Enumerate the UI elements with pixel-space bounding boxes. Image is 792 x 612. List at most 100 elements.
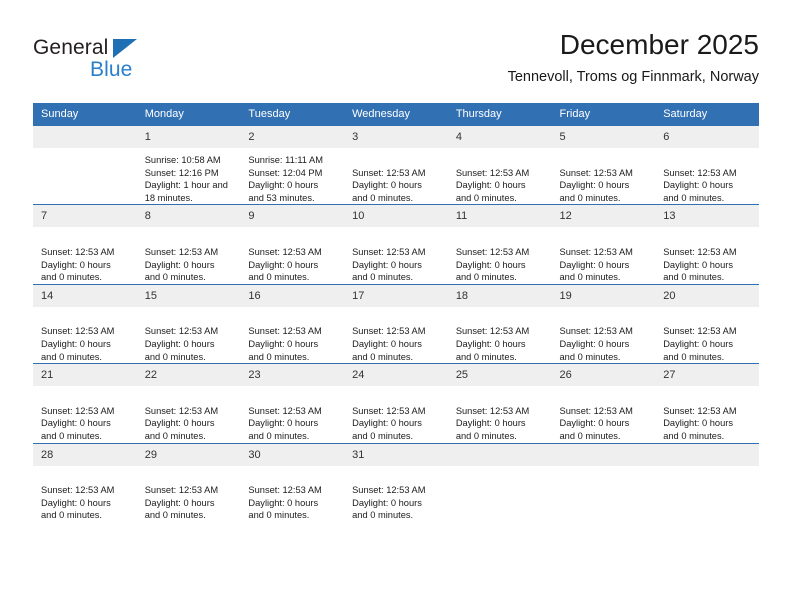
day-events: Sunset: 12:53 AM Daylight: 0 hours and 0 …: [655, 227, 759, 283]
event-line: Daylight: 0 hours and 0 minutes.: [663, 418, 733, 441]
calendar-cell-day-14[interactable]: 14 Sunset: 12:53 AM Daylight: 0 hours and…: [33, 283, 137, 364]
calendar-cell-day-9[interactable]: 9 Sunset: 12:53 AM Daylight: 0 hours and …: [240, 204, 345, 285]
day-number: 20: [655, 284, 759, 307]
event-line: Daylight: 0 hours and 0 minutes.: [455, 338, 526, 362]
day-events: Sunset: 12:53 AM Daylight: 0 hours and 0 …: [552, 227, 656, 283]
event-line: Daylight: 0 hours and 0 minutes.: [248, 418, 319, 441]
calendar-cell-day-20[interactable]: 20 Sunset: 12:53 AM Daylight: 0 hours and…: [655, 283, 759, 364]
day-events: Sunset: 12:53 AM Daylight: 0 hours and 0 …: [240, 227, 344, 283]
day-number: 23: [240, 364, 345, 387]
calendar-cell-day-5[interactable]: 5 Sunset: 12:53 AM Daylight: 0 hours and …: [551, 124, 656, 205]
event-line: Sunset: 12:53 AM: [663, 326, 737, 337]
day-number: 29: [136, 443, 241, 466]
event-line: Sunset: 12:53 AM: [41, 405, 115, 416]
day-events: Sunset: 12:53 AM Daylight: 0 hours and 0 …: [344, 466, 448, 522]
generalblue-logo[interactable]: General Blue: [33, 36, 213, 90]
calendar-cell-day-15[interactable]: 15 Sunset: 12:53 AM Daylight: 0 hours and…: [136, 283, 241, 364]
day-number: [447, 443, 552, 466]
day-number: [655, 443, 759, 466]
day-events: Sunset: 12:53 AM Daylight: 0 hours and 0 …: [33, 386, 137, 442]
calendar-cell-day-4[interactable]: 4 Sunset: 12:53 AM Daylight: 0 hours and …: [447, 124, 552, 205]
day-events: Sunset: 12:53 AM Daylight: 0 hours and 0 …: [33, 227, 137, 283]
calendar-cell-day-7[interactable]: 7 Sunset: 12:53 AM Daylight: 0 hours and …: [33, 204, 137, 285]
event-line: Sunset: 12:53 AM: [144, 246, 219, 257]
day-events: Sunset: 12:53 AM Daylight: 0 hours and 0 …: [448, 307, 552, 363]
day-number: 5: [551, 126, 656, 148]
day-number: 1: [136, 126, 241, 148]
day-number: 30: [240, 443, 345, 466]
calendar-cell-day-18[interactable]: 18 Sunset: 12:53 AM Daylight: 0 hours and…: [447, 283, 552, 364]
day-events: Sunset: 12:53 AM Daylight: 0 hours and 0 …: [448, 148, 552, 204]
event-line: Daylight: 0 hours and 0 minutes.: [352, 259, 422, 283]
event-line: Sunset: 12:53 AM: [455, 405, 530, 416]
event-line: Sunset: 12:53 AM: [455, 326, 530, 337]
calendar-cell-day-30[interactable]: 30 Sunset: 12:53 AM Daylight: 0 hours and…: [240, 442, 345, 522]
calendar-cell-day-26[interactable]: 26 Sunset: 12:53 AM Daylight: 0 hours and…: [551, 363, 656, 443]
weekday-header-sunday: Sunday: [33, 103, 137, 126]
calendar-cell-day-13[interactable]: 13 Sunset: 12:53 AM Daylight: 0 hours and…: [655, 204, 759, 285]
event-line: Sunset: 12:53 AM: [248, 326, 322, 337]
day-events: Sunset: 12:53 AM Daylight: 0 hours and 0 …: [552, 148, 656, 204]
event-line: Daylight: 0 hours and 0 minutes.: [248, 338, 319, 362]
event-line: Daylight: 0 hours and 0 minutes.: [248, 259, 319, 283]
day-number: 7: [33, 205, 137, 228]
event-line: Daylight: 1 hour and 18 minutes.: [144, 180, 228, 203]
day-number: 4: [447, 126, 552, 148]
day-events: Sunrise: 10:58 AM Sunset: 12:16 PM Dayligh…: [137, 148, 241, 204]
day-number: 31: [344, 443, 448, 466]
event-line: Sunset: 12:53 AM: [559, 246, 633, 257]
calendar-cell-day-16[interactable]: 16 Sunset: 12:53 AM Daylight: 0 hours and…: [240, 283, 345, 364]
day-events: Sunset: 12:53 AM Daylight: 0 hours and 0 …: [655, 386, 759, 442]
event-line: Daylight: 0 hours and 0 minutes.: [559, 180, 630, 203]
calendar-cell-day-17[interactable]: 17 Sunset: 12:53 AM Daylight: 0 hours and…: [344, 283, 448, 364]
calendar-cell-day-22[interactable]: 22 Sunset: 12:53 AM Daylight: 0 hours and…: [136, 363, 241, 443]
calendar-cell-day-28[interactable]: 28 Sunset: 12:53 AM Daylight: 0 hours and…: [33, 442, 137, 522]
calendar-cell-day-31[interactable]: 31 Sunset: 12:53 AM Daylight: 0 hours and…: [344, 442, 448, 522]
calendar-cell-day-12[interactable]: 12 Sunset: 12:53 AM Daylight: 0 hours and…: [551, 204, 656, 285]
calendar-cell-day-1[interactable]: 1 Sunrise: 10:58 AM Sunset: 12:16 PM Daylig…: [136, 124, 241, 205]
event-line: Sunrise: 11:11 AM: [248, 155, 323, 165]
event-line: Daylight: 0 hours and 0 minutes.: [559, 418, 630, 441]
event-line: Sunset: 12:53 AM: [248, 485, 322, 496]
weekday-header-thursday: Thursday: [447, 103, 552, 126]
event-line: Daylight: 0 hours and 0 minutes.: [663, 338, 733, 362]
event-line: Daylight: 0 hours and 0 minutes.: [144, 418, 215, 441]
day-number: 15: [136, 284, 241, 307]
calendar-cell-day-23[interactable]: 23 Sunset: 12:53 AM Daylight: 0 hours and…: [240, 363, 345, 443]
calendar-cell-day-3[interactable]: 3 Sunset: 12:53 AM Daylight: 0 hours and …: [344, 124, 448, 205]
calendar-cell-day-8[interactable]: 8 Sunset: 12:53 AM Daylight: 0 hours and …: [136, 204, 241, 285]
day-events: Sunset: 12:53 AM Daylight: 0 hours and 0 …: [240, 307, 344, 363]
day-events: Sunset: 12:53 AM Daylight: 0 hours and 0 …: [344, 148, 448, 204]
event-line: Sunset: 12:53 AM: [352, 485, 426, 496]
calendar-cell-day-29[interactable]: 29 Sunset: 12:53 AM Daylight: 0 hours and…: [136, 442, 241, 522]
event-line: Daylight: 0 hours and 0 minutes.: [144, 497, 215, 521]
day-number: 21: [33, 364, 137, 387]
calendar-cell-day-6[interactable]: 6 Sunset: 12:53 AM Daylight: 0 hours and …: [655, 124, 759, 205]
calendar-cell-day-24[interactable]: 24 Sunset: 12:53 AM Daylight: 0 hours and…: [344, 363, 448, 443]
day-number: 2: [240, 126, 345, 148]
day-number: 12: [551, 205, 656, 228]
calendar-cell-day-25[interactable]: 25 Sunset: 12:53 AM Daylight: 0 hours and…: [447, 363, 552, 443]
day-number: 10: [344, 205, 448, 228]
calendar-cell-day-11[interactable]: 11 Sunset: 12:53 AM Daylight: 0 hours and…: [447, 204, 552, 285]
day-number: 3: [344, 126, 448, 148]
day-number: 19: [551, 284, 656, 307]
calendar-cell-day-27[interactable]: 27 Sunset: 12:53 AM Daylight: 0 hours and…: [655, 363, 759, 443]
day-number: 13: [655, 205, 759, 228]
calendar-cell-day-19[interactable]: 19 Sunset: 12:53 AM Daylight: 0 hours and…: [551, 283, 656, 364]
calendar-cell-day-2[interactable]: 2 Sunrise: 11:11 AM Sunset: 12:04 PM Daylig…: [240, 124, 345, 205]
calendar-week-row: 28 Sunset: 12:53 AM Daylight: 0 hours and…: [33, 442, 759, 522]
calendar-cell-empty: [33, 124, 137, 205]
calendar-cell-day-10[interactable]: 10 Sunset: 12:53 AM Daylight: 0 hours and…: [344, 204, 448, 285]
day-events: [33, 148, 137, 154]
event-line: Sunset: 12:53 AM: [41, 246, 115, 257]
day-events: Sunset: 12:53 AM Daylight: 0 hours and 0 …: [655, 307, 759, 363]
calendar-cell-day-21[interactable]: 21 Sunset: 12:53 AM Daylight: 0 hours and…: [33, 363, 137, 443]
calendar-header-row: Sunday Monday Tuesday Wednesday Thursday Frid…: [33, 103, 759, 126]
event-line: Daylight: 0 hours and 0 minutes.: [663, 259, 733, 283]
day-number: 16: [240, 284, 345, 307]
calendar-week-row: 14 Sunset: 12:53 AM Daylight: 0 hours and…: [33, 283, 759, 364]
day-events: [552, 466, 656, 472]
event-line: Daylight: 0 hours and 0 minutes.: [455, 180, 526, 203]
day-events: Sunset: 12:53 AM Daylight: 0 hours and 0 …: [137, 227, 241, 283]
